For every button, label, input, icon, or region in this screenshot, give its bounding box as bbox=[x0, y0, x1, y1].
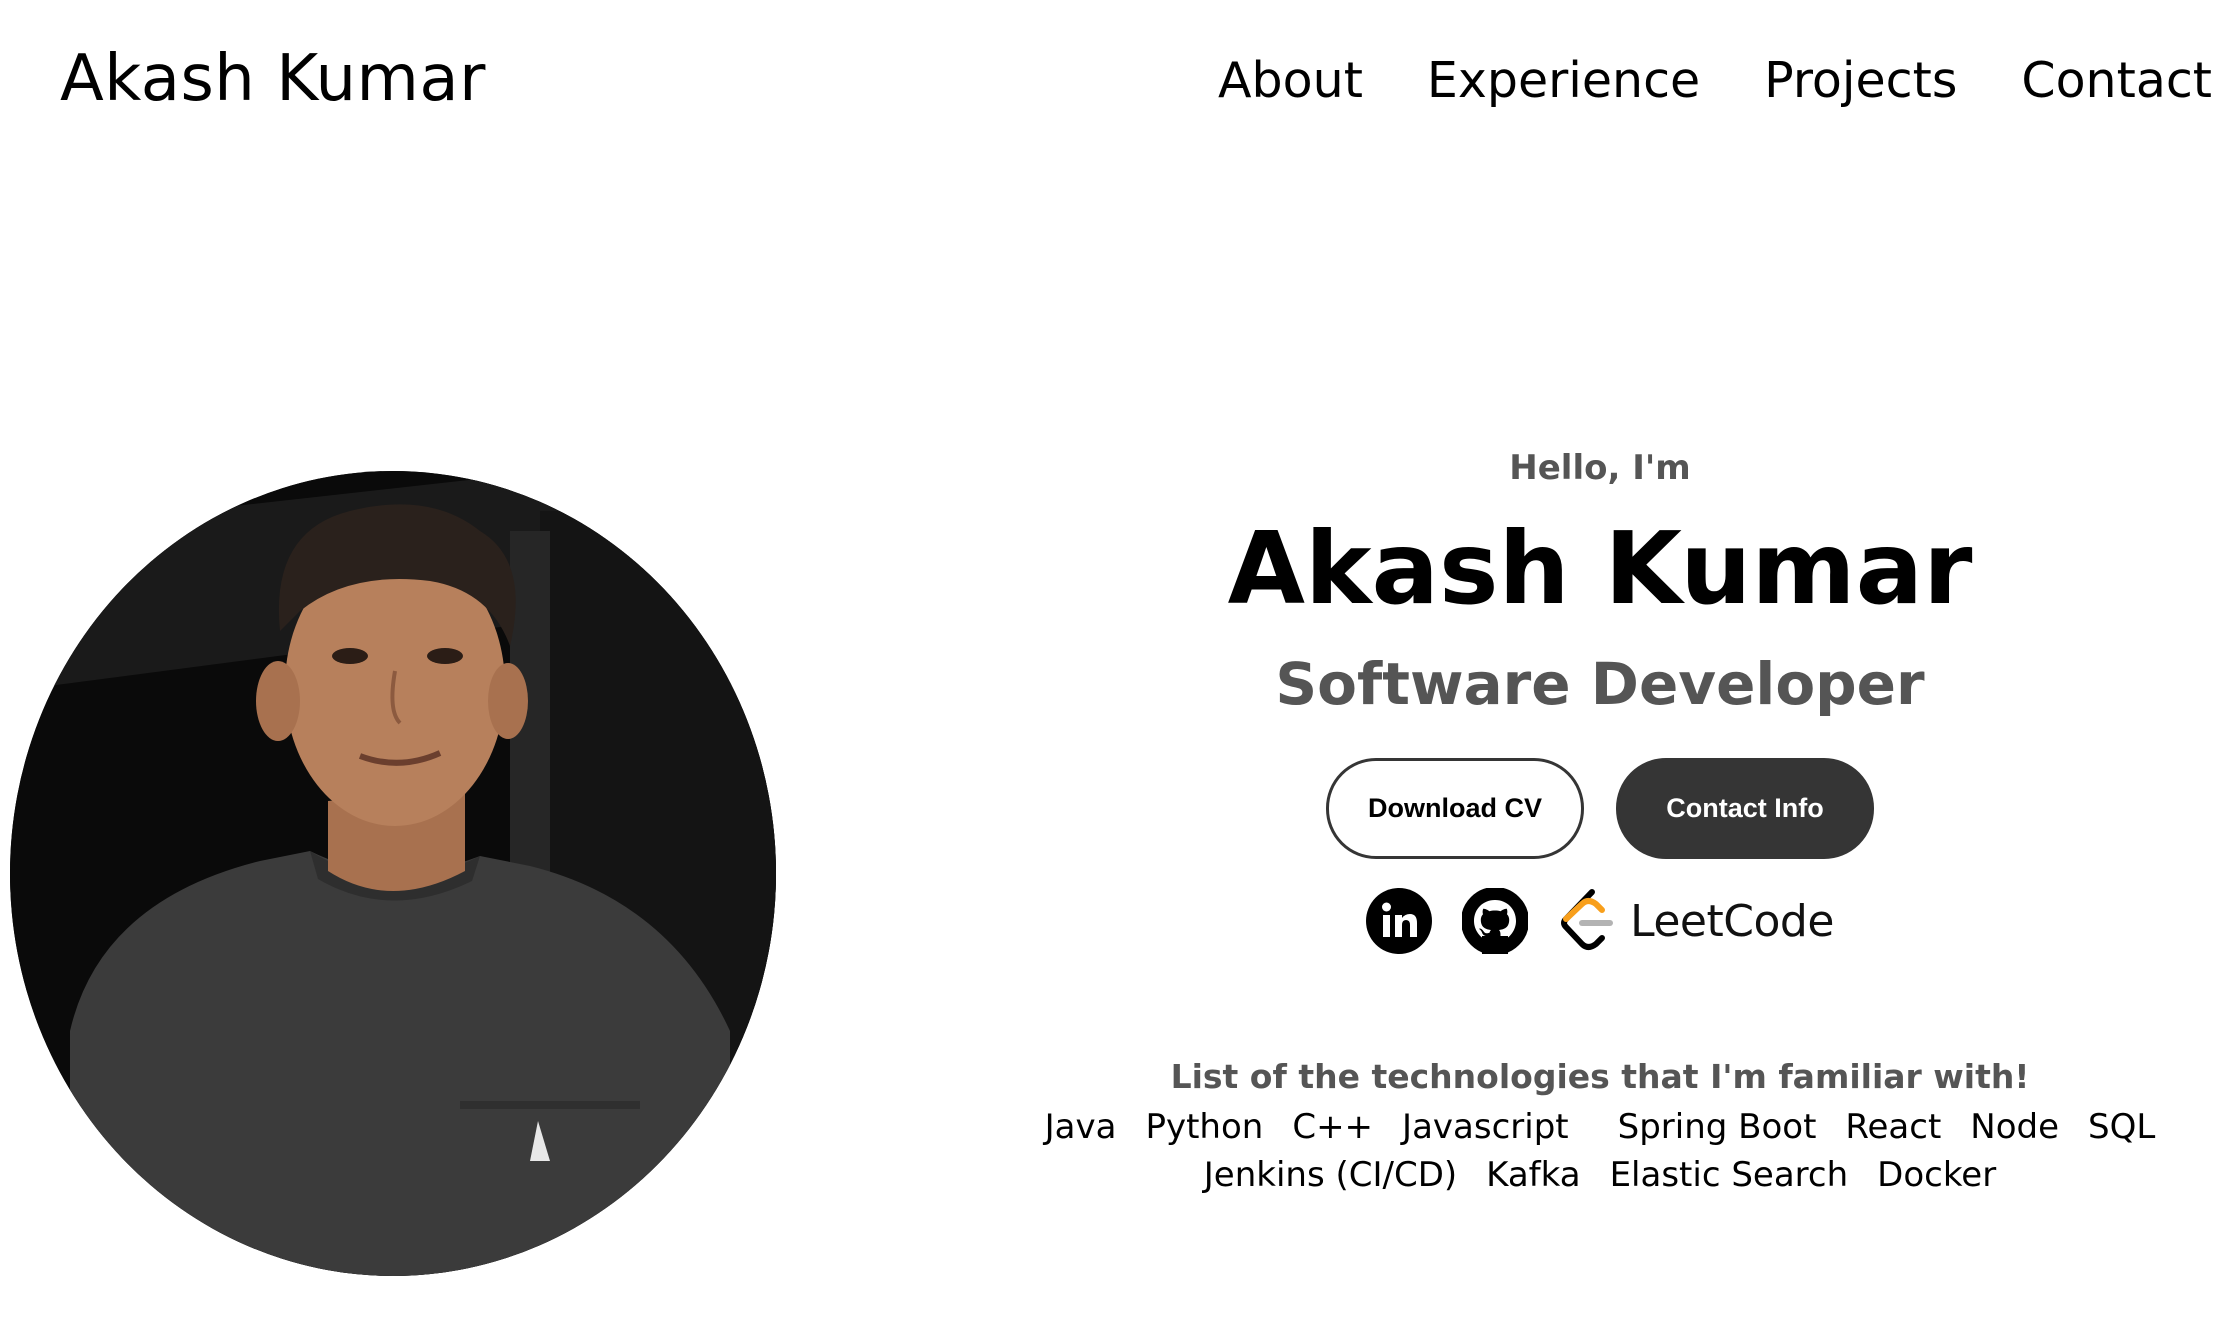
nav-link-experience[interactable]: Experience bbox=[1427, 52, 1700, 109]
tech-item: Java bbox=[1044, 1107, 1117, 1147]
hero-buttons: Download CV Contact Info bbox=[1000, 758, 2200, 859]
leetcode-link[interactable]: LeetCode bbox=[1558, 888, 1834, 954]
profile-photo bbox=[10, 471, 776, 1276]
nav-links: About Experience Projects Contact bbox=[1218, 52, 2212, 109]
contact-info-button[interactable]: Contact Info bbox=[1616, 758, 1874, 859]
tech-item: Node bbox=[1970, 1107, 2060, 1147]
download-cv-button[interactable]: Download CV bbox=[1326, 758, 1584, 859]
site-logo[interactable]: Akash Kumar bbox=[60, 42, 486, 116]
tech-item: Elastic Search bbox=[1609, 1155, 1849, 1195]
top-navbar: Akash Kumar About Experience Projects Co… bbox=[0, 0, 2220, 170]
greeting-text: Hello, I'm bbox=[1509, 448, 1691, 488]
technologies-row-2: Jenkins (CI/CD) Kafka Elastic Search Doc… bbox=[1000, 1155, 2200, 1195]
linkedin-icon[interactable] bbox=[1366, 888, 1433, 954]
technologies-row-1: Java Python C++ Javascript Spring Boot R… bbox=[1000, 1107, 2200, 1147]
hero-role: Software Developer bbox=[1275, 650, 1925, 718]
tech-item: React bbox=[1845, 1107, 1942, 1147]
tech-item: Kafka bbox=[1486, 1155, 1581, 1195]
tech-item: Spring Boot bbox=[1617, 1107, 1817, 1147]
social-links: LeetCode bbox=[1000, 888, 2200, 954]
github-icon[interactable] bbox=[1462, 888, 1529, 954]
tech-item: C++ bbox=[1292, 1107, 1374, 1147]
technologies-title: List of the technologies that I'm famili… bbox=[1170, 1057, 2030, 1096]
nav-link-contact[interactable]: Contact bbox=[2021, 52, 2212, 109]
nav-link-projects[interactable]: Projects bbox=[1764, 52, 1957, 109]
tech-item: Docker bbox=[1877, 1155, 1997, 1195]
nav-link-about[interactable]: About bbox=[1218, 52, 1363, 109]
tech-item: Jenkins (CI/CD) bbox=[1203, 1155, 1458, 1195]
leetcode-icon bbox=[1561, 889, 1614, 950]
tech-item: SQL bbox=[2088, 1107, 2156, 1147]
profile-photo-illustration bbox=[10, 471, 776, 1276]
linkedin-icon-glyph bbox=[1366, 888, 1433, 954]
tech-item: Javascript bbox=[1402, 1107, 1569, 1147]
tech-item: Python bbox=[1145, 1107, 1264, 1147]
hero-name: Akash Kumar bbox=[1227, 510, 1973, 627]
leetcode-label: LeetCode bbox=[1630, 895, 1834, 947]
github-icon-glyph bbox=[1462, 888, 1529, 954]
